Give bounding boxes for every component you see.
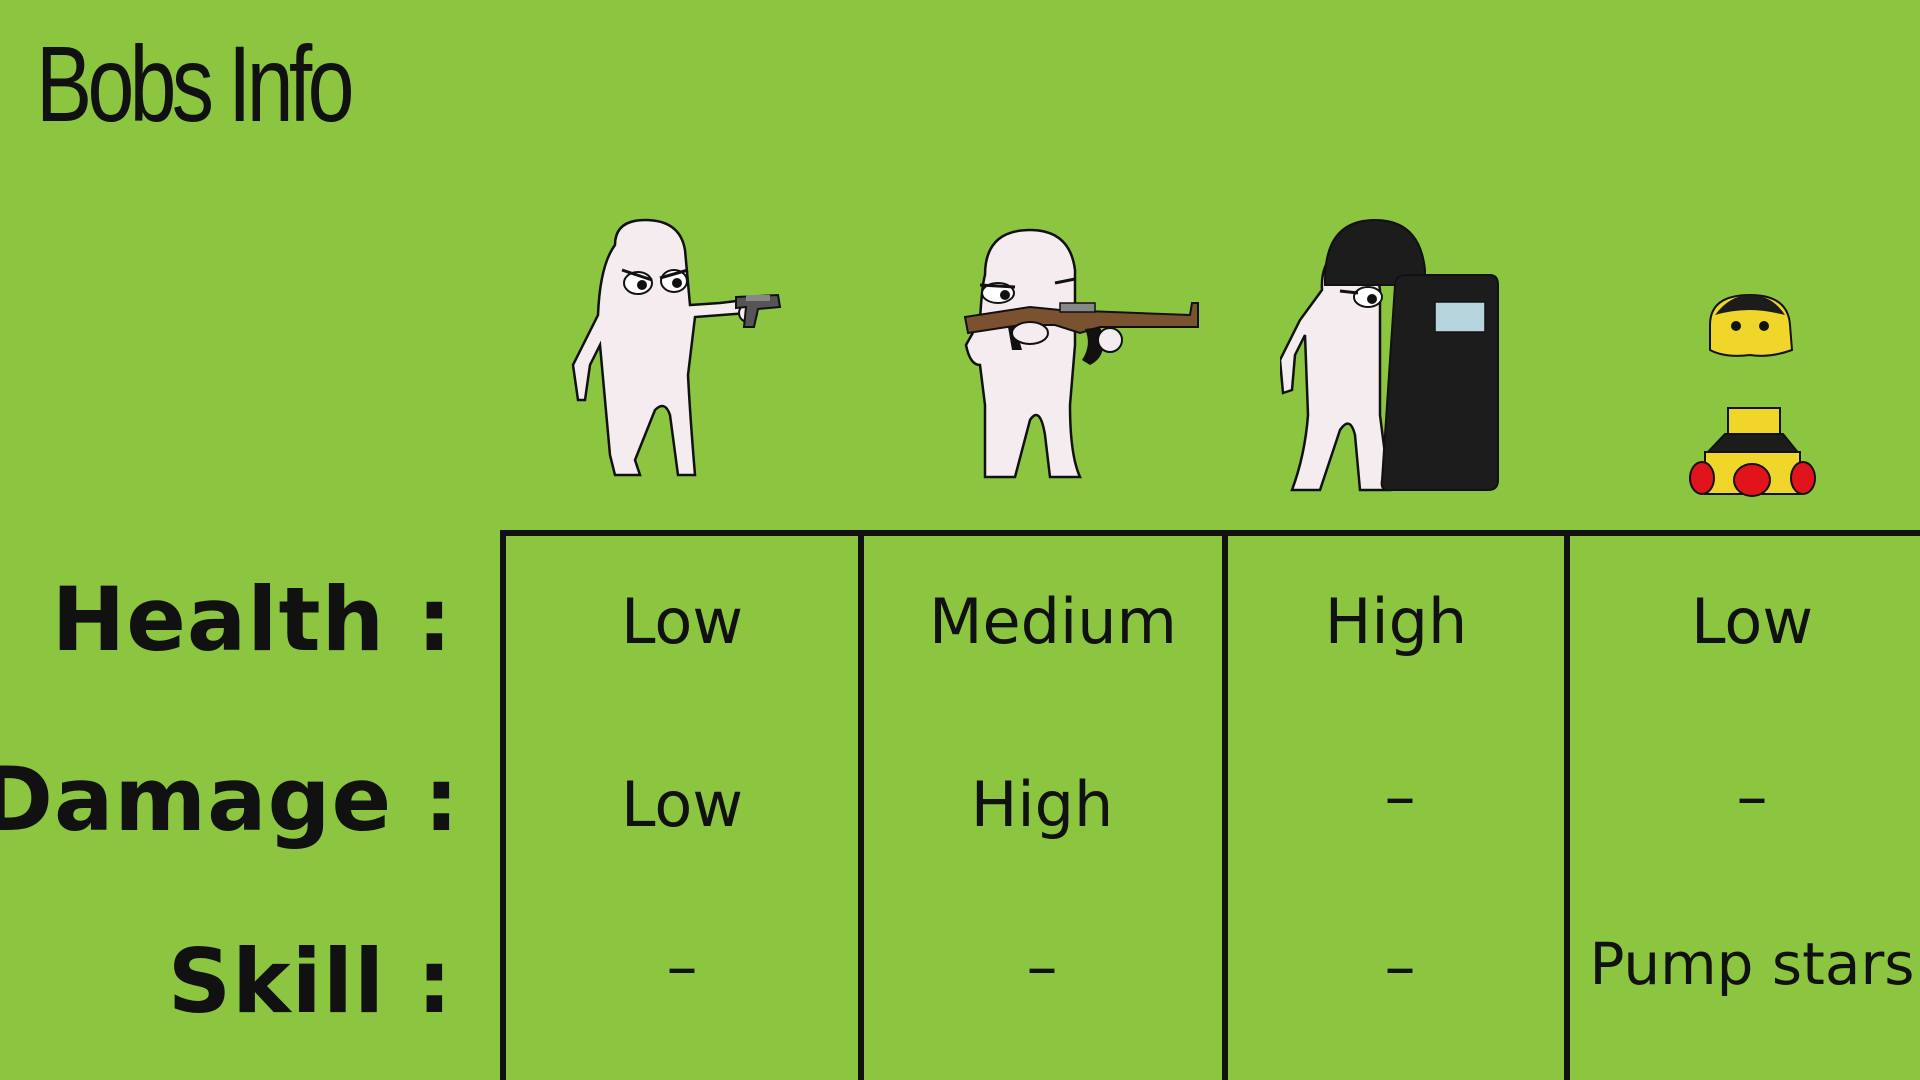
rifle-bob-health: Medium (929, 585, 1177, 658)
pump-star-bob-icon (1689, 293, 1816, 497)
pump-star-bob-damage: – (1736, 760, 1768, 833)
pistol-bob-health: Low (620, 585, 744, 658)
rifle-bob-damage: High (970, 768, 1114, 841)
pistol-bob-skill: – (666, 930, 698, 1003)
stats-table: Low Low – Medium High – High – – Low – P… (500, 530, 1920, 1080)
shield-bob-skill: – (1384, 930, 1416, 1003)
shield-bob-health: High (1324, 585, 1468, 658)
rifle-bob-icon (963, 228, 1199, 479)
table-divider (858, 530, 864, 1080)
page-title: Bobs Info (36, 23, 354, 144)
pistol-bob-icon (571, 218, 782, 477)
pump-star-bob-skill: Pump stars (1589, 930, 1915, 998)
skill-label: Skill : (167, 930, 453, 1033)
table-top-border (500, 530, 1920, 536)
pump-star-bob-health: Low (1690, 585, 1814, 658)
shield-bob-damage: – (1384, 760, 1416, 833)
rifle-bob-skill: – (1026, 930, 1058, 1003)
table-divider (500, 530, 506, 1080)
damage-label: Damage : (0, 748, 460, 851)
shield-bob-icon (1280, 218, 1499, 492)
pistol-bob-damage: Low (620, 768, 744, 841)
health-label: Health : (51, 568, 453, 671)
